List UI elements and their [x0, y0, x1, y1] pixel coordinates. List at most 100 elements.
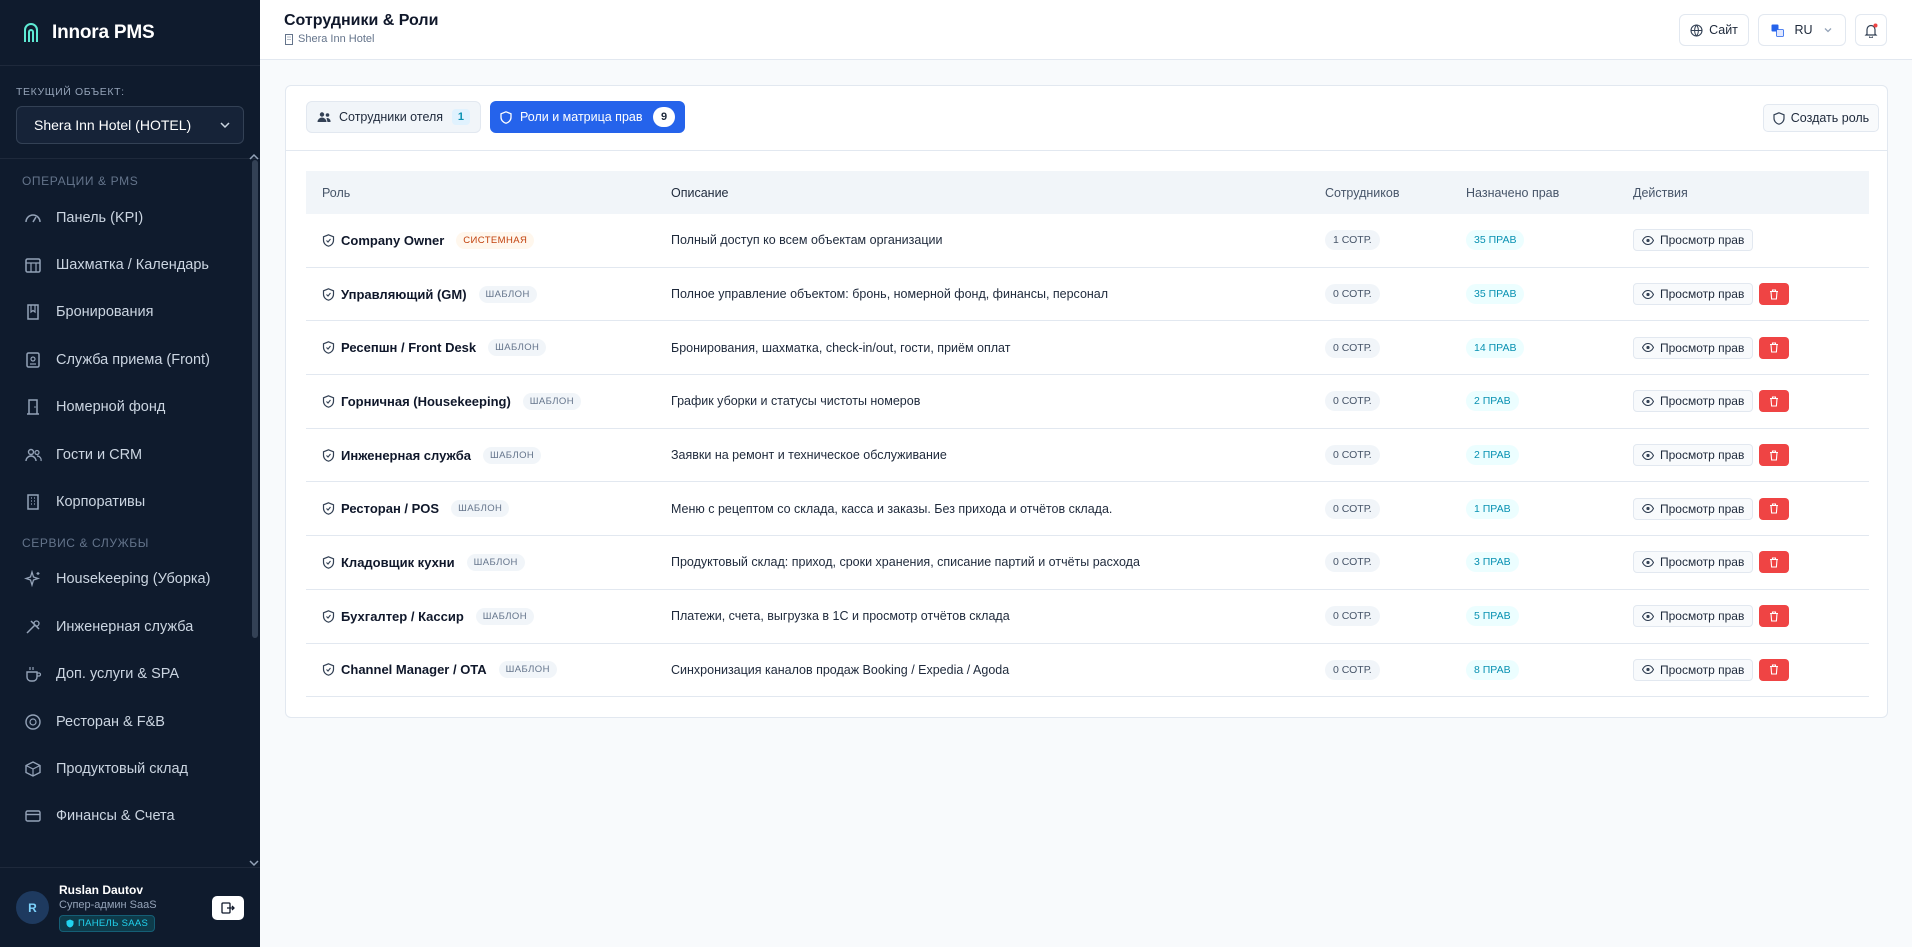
view-permissions-label: Просмотр прав [1660, 287, 1745, 302]
sidebar-item-label: Номерной фонд [56, 399, 166, 416]
view-permissions-label: Просмотр прав [1660, 555, 1745, 570]
permissions-cell: 2 ПРАВ [1466, 391, 1633, 412]
table-row: Управляющий (GM) ШАБЛОН Полное управлени… [306, 268, 1869, 322]
table-body: Company Owner СИСТЕМНАЯ Полный доступ ко… [306, 214, 1869, 698]
delete-role-button[interactable] [1759, 444, 1790, 467]
tab-hotel-staff[interactable]: Сотрудники отеля 1 [306, 101, 481, 133]
role-description: Синхронизация каналов продаж Booking / E… [671, 662, 1010, 677]
view-permissions-button[interactable]: Просмотр прав [1633, 444, 1754, 467]
role-cell: Channel Manager / OTA ШАБЛОН [306, 661, 671, 679]
delete-role-button[interactable] [1759, 497, 1790, 520]
view-permissions-button[interactable]: Просмотр прав [1633, 658, 1754, 681]
view-permissions-button[interactable]: Просмотр прав [1633, 336, 1754, 359]
sidebar-item-calendar[interactable]: Шахматка / Календарь [0, 241, 260, 288]
actions-cell: Просмотр прав [1633, 390, 1869, 413]
sidebar-item-restaurant[interactable]: Ресторан & F&B [0, 698, 260, 745]
role-name: Управляющий (GM) [341, 286, 467, 302]
permissions-cell: 14 ПРАВ [1466, 337, 1633, 358]
role-description: Полный доступ ко всем объектам организац… [671, 233, 943, 248]
roles-table: Роль Описание Сотрудников Назначено прав… [306, 171, 1869, 698]
delete-role-button[interactable] [1759, 390, 1790, 413]
table-header: Роль Описание Сотрудников Назначено прав… [306, 171, 1869, 214]
user-role: Супер-админ SaaS [59, 898, 157, 911]
sidebar-item-housekeeping[interactable]: Housekeeping (Уборка) [0, 556, 260, 603]
site-button[interactable]: Сайт [1679, 14, 1749, 46]
building-icon [27, 494, 39, 510]
trash-icon [1770, 342, 1779, 353]
sidebar-nav: ОПЕРАЦИИ & PMS Панель (KPI) Шахматка / К… [0, 156, 260, 867]
sidebar-item-finance[interactable]: Финансы & Счета [0, 793, 260, 840]
avatar[interactable]: R [16, 891, 49, 924]
view-permissions-button[interactable]: Просмотр прав [1633, 390, 1754, 413]
notifications-button[interactable] [1855, 14, 1887, 46]
delete-role-button[interactable] [1759, 605, 1790, 628]
trash-icon [1770, 557, 1779, 568]
sidebar-item-bookings[interactable]: Бронирования [0, 289, 260, 336]
view-permissions-button[interactable]: Просмотр прав [1633, 605, 1754, 628]
sidebar-item-front[interactable]: Служба приема (Front) [0, 336, 260, 383]
permissions-cell: 35 ПРАВ [1466, 230, 1633, 251]
building-icon [285, 33, 293, 45]
employees-count: 1 СОТР. [1325, 230, 1380, 251]
employees-cell: 0 СОТР. [1325, 445, 1466, 466]
user-info: Ruslan Dautov Супер-админ SaaS ПАНЕЛЬ SA… [59, 883, 202, 933]
employees-count: 0 СОТР. [1325, 337, 1380, 358]
language-select[interactable]: RU [1758, 14, 1846, 46]
delete-role-button[interactable] [1759, 658, 1790, 681]
role-cell: Ресепшн / Front Desk ШАБЛОН [306, 339, 671, 357]
table-row: Кладовщик кухни ШАБЛОН Продуктовый склад… [306, 536, 1869, 590]
shield-icon [500, 110, 512, 124]
door-icon [27, 399, 39, 415]
view-permissions-button[interactable]: Просмотр прав [1633, 497, 1754, 520]
role-name: Бухгалтер / Кассир [341, 608, 464, 624]
create-role-button[interactable]: Создать роль [1763, 104, 1879, 132]
shield-icon [1773, 111, 1785, 125]
sidebar-item-rooms[interactable]: Номерной фонд [0, 384, 260, 431]
view-permissions-label: Просмотр прав [1660, 662, 1745, 677]
sidebar-item-warehouse[interactable]: Продуктовый склад [0, 745, 260, 792]
sidebar-item-label: Инженерная служба [56, 618, 194, 635]
view-permissions-button[interactable]: Просмотр прав [1633, 551, 1754, 574]
sidebar-item-label: Бронирования [56, 304, 154, 321]
logout-button[interactable] [212, 895, 244, 920]
hotel-name: Shera Inn Hotel [298, 33, 375, 45]
sidebar-item-spa[interactable]: Доп. услуги & SPA [0, 651, 260, 698]
sidebar-item-label: Housekeeping (Уборка) [56, 571, 211, 588]
tabs-row: Сотрудники отеля 1 Роли и матрица прав 9… [286, 86, 1887, 151]
delete-role-button[interactable] [1759, 283, 1790, 306]
saas-panel-badge[interactable]: ПАНЕЛЬ SAAS [59, 914, 156, 932]
object-select[interactable]: Shera Inn Hotel (HOTEL) [16, 106, 244, 144]
employees-cell: 0 СОТР. [1325, 659, 1466, 680]
sidebar-item-engineering[interactable]: Инженерная служба [0, 603, 260, 650]
view-permissions-button[interactable]: Просмотр прав [1633, 283, 1754, 306]
table-row: Бухгалтер / Кассир ШАБЛОН Платежи, счета… [306, 590, 1869, 644]
brand[interactable]: Innora PMS [0, 0, 260, 66]
sidebar-item-label: Ресторан & F&B [56, 713, 165, 730]
trash-icon [1770, 288, 1779, 300]
shield-icon [322, 341, 335, 355]
role-type-badge: ШАБЛОН [478, 285, 537, 303]
shield-icon [322, 502, 335, 516]
trash-icon [1770, 611, 1779, 622]
table-row: Ресторан / POS ШАБЛОН Меню с рецептом со… [306, 482, 1869, 537]
sidebar-item-kpi[interactable]: Панель (KPI) [0, 194, 260, 241]
tab-roles-matrix[interactable]: Роли и матрица прав 9 [490, 101, 685, 133]
actions-cell: Просмотр прав [1633, 551, 1869, 574]
book-icon [27, 304, 39, 321]
tools-icon [26, 620, 40, 634]
sidebar-item-corporate[interactable]: Корпоративы [0, 478, 260, 525]
view-permissions-button[interactable]: Просмотр прав [1633, 229, 1754, 252]
role-description: Бронирования, шахматка, check-in/out, го… [671, 340, 1011, 355]
delete-role-button[interactable] [1759, 551, 1790, 574]
create-role-label: Создать роль [1790, 111, 1870, 125]
shield-icon [322, 395, 335, 408]
permissions-count: 14 ПРАВ [1466, 337, 1525, 358]
role-name: Кладовщик кухни [341, 554, 455, 570]
sidebar-item-guests[interactable]: Гости и CRM [0, 431, 260, 478]
delete-role-button[interactable] [1759, 336, 1790, 359]
sidebar-item-label: Корпоративы [56, 494, 146, 511]
sidebar: Innora PMS ТЕКУЩИЙ ОБЪЕКТ: Shera Inn Hot… [0, 0, 260, 947]
role-name: Channel Manager / OTA [341, 662, 487, 678]
trash-icon [1770, 450, 1779, 461]
role-type-badge: ШАБЛОН [498, 661, 557, 679]
